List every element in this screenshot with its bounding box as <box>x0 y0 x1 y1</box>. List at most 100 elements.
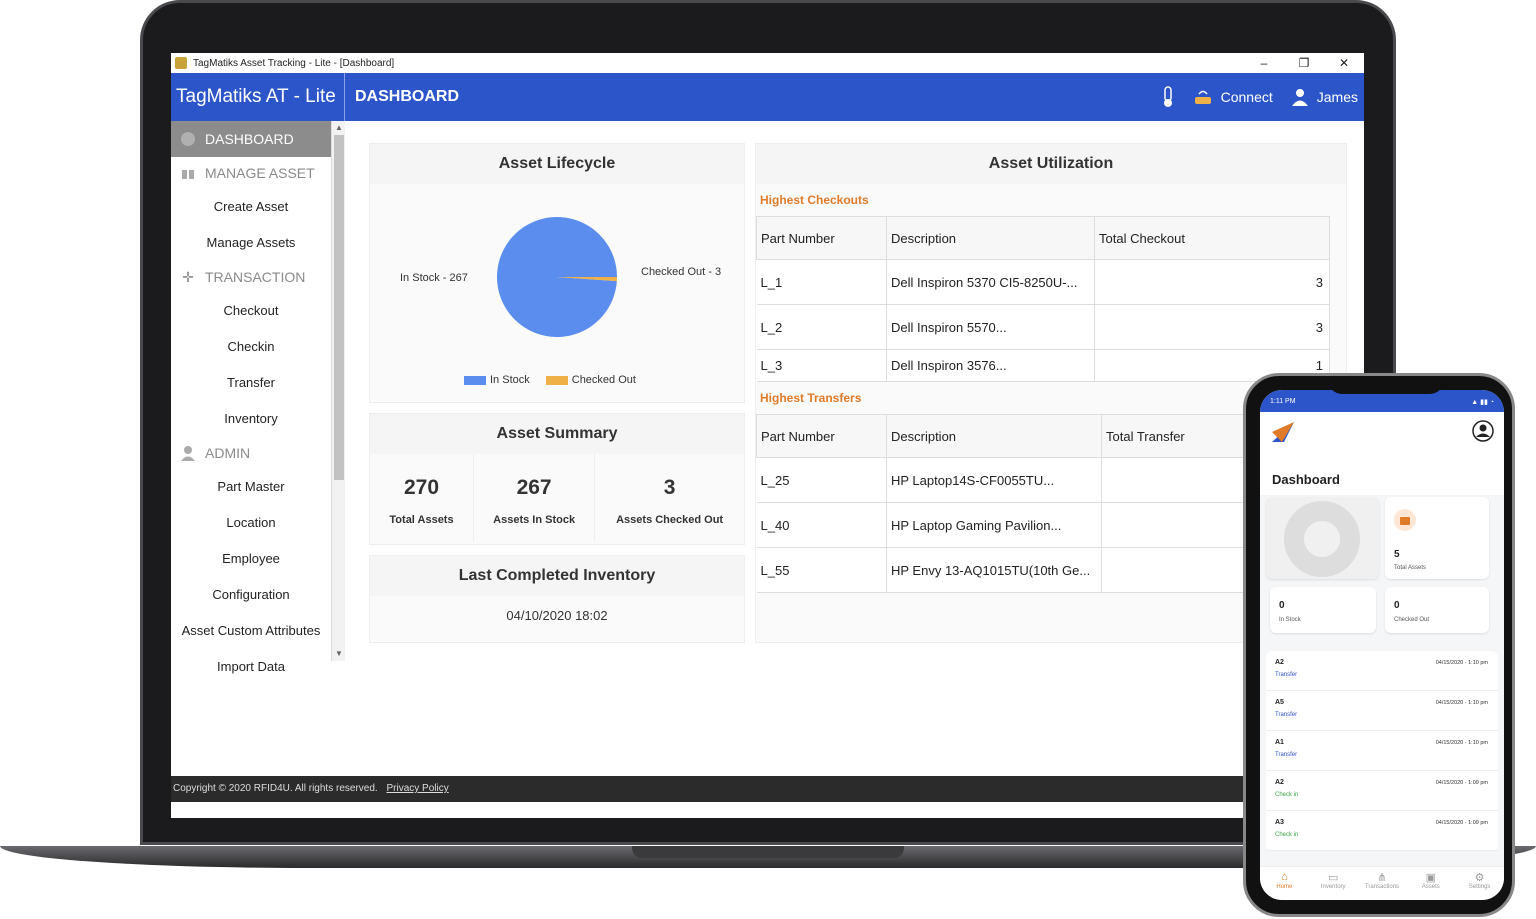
item-date: 04/15/2020 - 1:09 pm <box>1435 820 1488 826</box>
col-description[interactable]: Description <box>886 216 1095 260</box>
col-part-number[interactable]: Part Number <box>756 414 887 458</box>
list-item[interactable]: A1 Transfer 04/15/2020 - 1:10 pm <box>1266 731 1498 771</box>
tab-inventory[interactable]: ▭ Inventory <box>1309 867 1358 900</box>
sidebar-item-part-master[interactable]: Part Master <box>171 469 331 505</box>
pie-slice-in-stock[interactable] <box>497 216 617 337</box>
app-body: DASHBOARD MANAGE ASSET Create Asset Mana… <box>171 121 1364 792</box>
table-row[interactable]: L_3 Dell Inspiron 3576... 1 <box>756 349 1330 382</box>
sidebar-item-custom-attributes[interactable]: Asset Custom Attributes <box>171 613 331 649</box>
summary-total[interactable]: 270 Total Assets <box>370 454 475 542</box>
cell-count: 3 <box>1094 304 1330 350</box>
pie-label-checked-out: Checked Out - 3 <box>641 266 722 278</box>
item-asset: A2 <box>1275 779 1284 786</box>
phone-checkedout-label: Checked Out <box>1394 617 1430 623</box>
item-asset: A3 <box>1275 819 1284 826</box>
router-icon <box>1194 90 1211 104</box>
tab-transactions[interactable]: ⋔ Transactions <box>1358 867 1407 900</box>
list-item[interactable]: A3 Check in 04/15/2020 - 1:09 pm <box>1266 811 1498 851</box>
thermometer-icon[interactable] <box>1161 86 1175 108</box>
laptop-screen: TagMatiks Asset Tracking - Lite - [Dashb… <box>171 53 1364 818</box>
sidebar-section-admin[interactable]: ADMIN <box>171 437 331 469</box>
phone-total-label: Total Assets <box>1394 565 1427 571</box>
sidebar-item-checkout[interactable]: Checkout <box>171 293 331 329</box>
app-icon <box>175 57 187 69</box>
checked-out-label: Assets Checked Out <box>616 514 724 526</box>
col-part-number[interactable]: Part Number <box>756 216 887 260</box>
asset-utilization-title: Asset Utilization <box>756 144 1346 184</box>
tab-assets[interactable]: ▣ Assets <box>1406 867 1455 900</box>
user-menu[interactable]: James <box>1291 88 1358 106</box>
summary-checked-out[interactable]: 3 Assets Checked Out <box>595 454 744 542</box>
phone-donut-card <box>1266 497 1379 579</box>
scroll-down-icon[interactable]: ▼ <box>334 649 344 659</box>
minimize-button[interactable]: – <box>1244 56 1284 70</box>
lifecycle-pie-chart <box>497 216 617 337</box>
sidebar-dashboard[interactable]: DASHBOARD <box>171 121 331 157</box>
copyright-text: Copyright © 2020 RFID4U. All rights rese… <box>173 783 378 794</box>
sidebar-section-transaction[interactable]: ✛ TRANSACTION <box>171 261 331 293</box>
restore-button[interactable]: ❐ <box>1284 56 1324 70</box>
asset-summary-card: Asset Summary 270 Total Assets 267 Asset… <box>369 413 745 545</box>
sidebar-section-manage-asset[interactable]: MANAGE ASSET <box>171 157 331 189</box>
phone-checkedout-card[interactable]: 0 Checked Out <box>1385 587 1489 633</box>
phone-total-card[interactable]: 5 Total Assets <box>1385 497 1489 579</box>
cell-part: L_2 <box>756 304 887 350</box>
privacy-policy-link[interactable]: Privacy Policy <box>386 783 448 794</box>
sidebar-item-configuration[interactable]: Configuration <box>171 577 331 613</box>
sidebar-item-inventory[interactable]: Inventory <box>171 401 331 437</box>
sidebar-item-import-data[interactable]: Import Data <box>171 649 331 685</box>
summary-in-stock[interactable]: 267 Assets In Stock <box>474 454 596 542</box>
close-button[interactable]: ✕ <box>1324 56 1364 70</box>
mockup-stage: TagMatiks Asset Tracking - Lite - [Dashb… <box>0 0 1536 919</box>
table-row[interactable]: L_2 Dell Inspiron 5570... 3 <box>756 304 1330 350</box>
phone-frame: 1:11 PM ▲ ▮▮ ◔ Dashboard 5 Total Assets … <box>1243 373 1515 917</box>
briefcase-icon <box>1394 509 1416 531</box>
sidebar-item-checkin[interactable]: Checkin <box>171 329 331 365</box>
phone-instock-card[interactable]: 0 In Stock <box>1270 587 1376 633</box>
brand-title: TagMatiks AT - Lite <box>171 73 345 121</box>
inventory-icon: ▭ <box>1327 872 1339 884</box>
app-footer: Copyright © 2020 RFID4U. All rights rese… <box>171 776 1364 802</box>
table-row[interactable]: L_1 Dell Inspiron 5370 CI5-8250U-... 3 <box>756 259 1330 305</box>
last-inventory-title: Last Completed Inventory <box>370 556 744 596</box>
tab-settings[interactable]: ⚙ Settings <box>1455 867 1504 900</box>
col-total-checkout[interactable]: Total Checkout <box>1094 216 1330 260</box>
app-header: TagMatiks AT - Lite DASHBOARD Connect Ja… <box>171 73 1364 121</box>
last-inventory-date: 04/10/2020 18:02 <box>506 608 608 623</box>
list-item[interactable]: A2 Check in 04/15/2020 - 1:09 pm <box>1266 771 1498 811</box>
sidebar-item-location[interactable]: Location <box>171 505 331 541</box>
phone-header <box>1260 412 1504 472</box>
list-item[interactable]: A2 Transfer 04/15/2020 - 1:10 pm <box>1266 651 1498 691</box>
cell-desc: Dell Inspiron 5370 CI5-8250U-... <box>886 259 1095 305</box>
connect-button[interactable]: Connect <box>1193 88 1273 106</box>
header-actions: Connect James <box>1161 86 1364 108</box>
tab-home[interactable]: ⌂ Home <box>1260 867 1309 900</box>
sidebar-item-manage-assets[interactable]: Manage Assets <box>171 225 331 261</box>
phone-title: Dashboard <box>1260 472 1504 495</box>
tab-assets-label: Assets <box>1421 884 1440 890</box>
phone-screen: 1:11 PM ▲ ▮▮ ◔ Dashboard 5 Total Assets … <box>1260 390 1504 900</box>
sidebar-item-create-asset[interactable]: Create Asset <box>171 189 331 225</box>
item-date: 04/15/2020 - 1:10 pm <box>1435 740 1488 746</box>
list-item[interactable]: A5 Transfer 04/15/2020 - 1:10 pm <box>1266 691 1498 731</box>
item-type: Transfer <box>1275 752 1298 758</box>
cell-part: L_25 <box>756 457 887 503</box>
page-title: DASHBOARD <box>355 88 459 105</box>
sidebar-scrollbar[interactable]: ▲ ▼ <box>331 121 345 661</box>
summary-row: 270 Total Assets 267 Assets In Stock 3 A… <box>370 454 744 542</box>
profile-icon[interactable] <box>1472 420 1494 442</box>
tab-settings-label: Settings <box>1468 884 1491 890</box>
cell-part: L_40 <box>756 502 887 548</box>
sidebar-item-transfer[interactable]: Transfer <box>171 365 331 401</box>
asset-summary-title: Asset Summary <box>370 414 744 454</box>
scrollbar-thumb[interactable] <box>334 135 344 480</box>
sidebar: DASHBOARD MANAGE ASSET Create Asset Mana… <box>171 121 331 674</box>
legend-swatch-in-stock <box>464 375 486 385</box>
col-description[interactable]: Description <box>886 414 1102 458</box>
sidebar-item-employee[interactable]: Employee <box>171 541 331 577</box>
pie-legend: In Stock Checked Out <box>464 374 636 386</box>
pie-label-in-stock: In Stock - 267 <box>400 272 468 284</box>
item-type: Check in <box>1275 832 1299 838</box>
last-inventory-card: Last Completed Inventory 04/10/2020 18:0… <box>369 555 745 643</box>
scroll-up-icon[interactable]: ▲ <box>334 123 344 133</box>
